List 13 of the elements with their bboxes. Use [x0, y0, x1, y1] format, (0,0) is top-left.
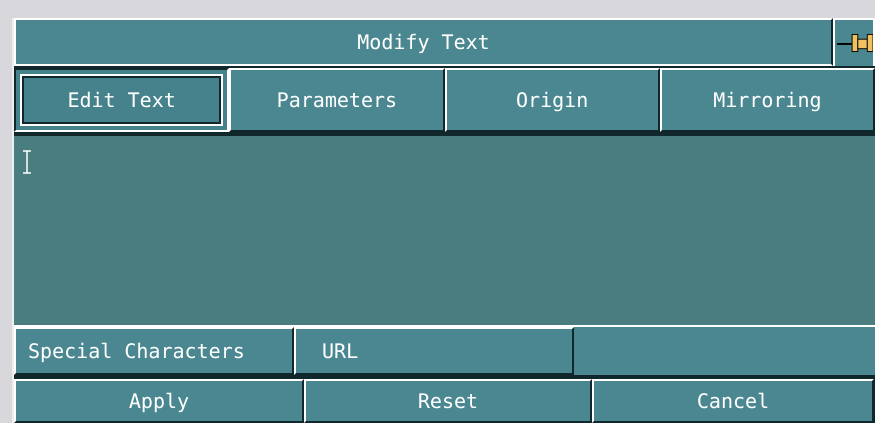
- window-title: Modify Text: [14, 18, 833, 66]
- tab[interactable]: Edit Text: [14, 68, 230, 132]
- insert-button[interactable]: URL: [294, 327, 574, 375]
- insert-button[interactable]: Special Characters: [14, 327, 294, 375]
- dialog-button[interactable]: Apply: [14, 379, 304, 423]
- tab[interactable]: Origin: [444, 68, 660, 132]
- text-cursor-icon: [22, 150, 32, 174]
- pin-button[interactable]: [833, 18, 875, 66]
- tab[interactable]: Mirroring: [660, 68, 875, 132]
- tab[interactable]: Parameters: [229, 68, 444, 132]
- pushpin-icon: [835, 31, 873, 55]
- dialog-button[interactable]: Cancel: [592, 379, 874, 423]
- dialog-button[interactable]: Reset: [304, 379, 592, 423]
